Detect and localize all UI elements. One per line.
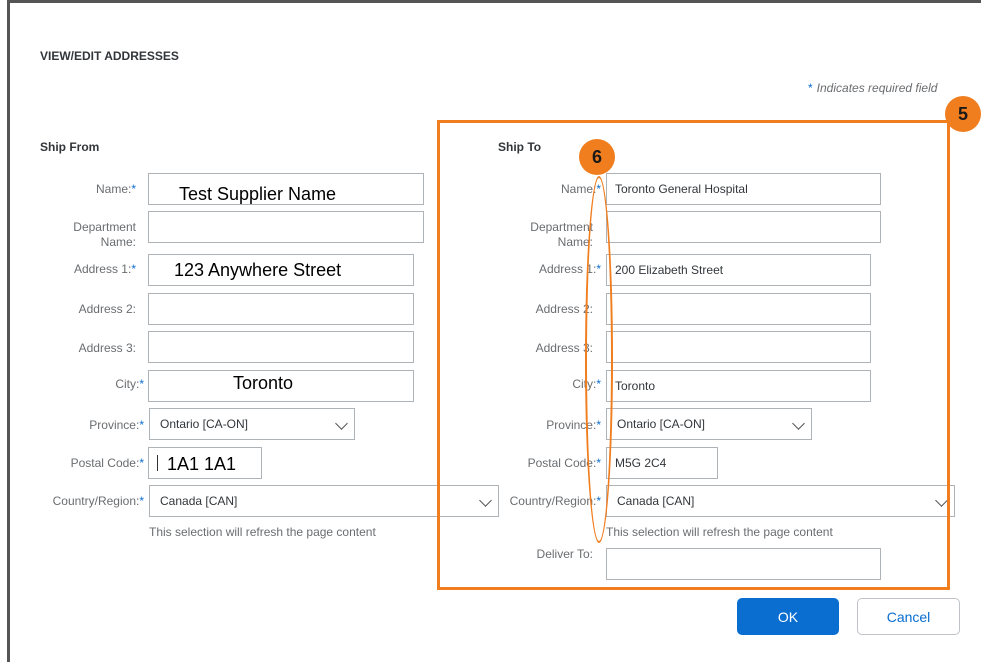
ship-from-address3-input[interactable] <box>148 331 414 363</box>
ship-from-title: Ship From <box>40 140 100 154</box>
ship-from-name-input[interactable]: Test Supplier Name <box>148 173 424 205</box>
ship-from-address2-label: Address 2: <box>78 302 136 316</box>
window-left-border <box>7 0 10 662</box>
required-star: * <box>808 81 813 95</box>
callout-highlight-box <box>437 120 950 590</box>
ship-from-address1-label: Address 1:* <box>73 262 136 276</box>
ship-from-address1-input[interactable]: 123 Anywhere Street <box>148 254 414 286</box>
callout-badge-5: 5 <box>945 96 981 132</box>
ship-from-country-label: Country/Region:* <box>52 494 144 508</box>
ok-button[interactable]: OK <box>737 598 839 635</box>
ship-from-city-label: City:* <box>115 377 144 391</box>
callout-badge-6: 6 <box>579 139 615 175</box>
required-field-note: * Indicates required field <box>808 81 937 95</box>
chevron-down-icon <box>335 417 348 430</box>
ship-from-country-hint: This selection will refresh the page con… <box>149 525 376 539</box>
cancel-button[interactable]: Cancel <box>857 598 960 635</box>
ship-from-city-input[interactable]: Toronto <box>148 370 414 402</box>
ship-from-name-label: Name:* <box>95 182 136 196</box>
callout-highlight-oval <box>585 176 613 543</box>
ship-from-province-select[interactable]: Ontario [CA-ON] <box>149 408 355 440</box>
ship-from-postal-label: Postal Code:* <box>70 456 144 470</box>
ship-from-department-input[interactable] <box>148 211 424 243</box>
ship-from-country-value: Canada [CAN] <box>160 494 238 508</box>
page-title: VIEW/EDIT ADDRESSES <box>40 49 179 63</box>
ship-from-address2-input[interactable] <box>148 293 414 325</box>
ship-from-province-value: Ontario [CA-ON] <box>160 417 249 431</box>
ship-from-postal-input[interactable]: 1A1 1A1 <box>148 447 262 479</box>
ship-from-department-label: Department Name: <box>73 220 136 249</box>
ship-from-province-label: Province:* <box>89 418 144 432</box>
required-note-text: Indicates required field <box>816 81 938 95</box>
ship-from-address3-label: Address 3: <box>78 341 136 355</box>
window-top-border <box>7 0 981 3</box>
text-cursor <box>157 455 158 471</box>
